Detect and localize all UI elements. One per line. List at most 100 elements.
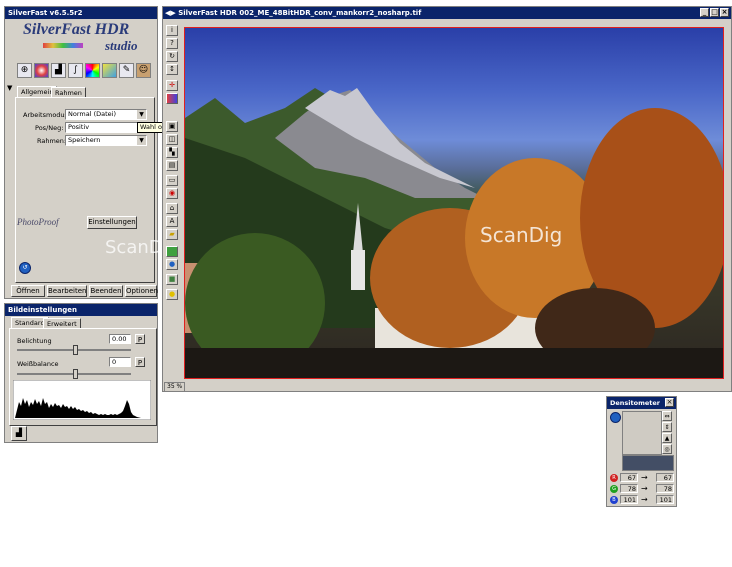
densitometer-blue-icon[interactable]	[610, 412, 621, 423]
scan-preview-image[interactable]: ScanDig	[184, 27, 724, 379]
belichtung-input[interactable]: 0.00	[109, 334, 131, 344]
weissbalance-slider-thumb[interactable]	[73, 369, 78, 379]
green-before-value: 78	[620, 484, 638, 493]
quit-button[interactable]: Beenden	[89, 285, 123, 297]
red-channel-icon: R	[610, 474, 618, 482]
grid-icon[interactable]	[166, 93, 178, 104]
expand-vertical-icon[interactable]: ⇕	[662, 422, 672, 432]
rahmen-label: Rahmen:	[37, 137, 67, 145]
silverfast-main-panel: SilverFast v6.5.5r2 SilverFast HDR studi…	[4, 6, 179, 299]
compare-icon[interactable]: ◫	[166, 134, 178, 145]
histogram	[13, 380, 151, 420]
rahmen-select[interactable]: Speichern ▼	[65, 135, 147, 146]
eye-icon[interactable]: ◉	[166, 188, 178, 199]
arbeitsmodus-label: Arbeitsmodus:	[23, 111, 71, 119]
green-arrow-icon: →	[641, 484, 648, 493]
belichtung-slider-thumb[interactable]	[73, 345, 78, 355]
posneg-label: Pos/Neg:	[35, 124, 64, 132]
triangle-icon[interactable]: ▲	[662, 433, 672, 443]
image-watermark: ScanDig	[480, 223, 563, 247]
maximize-button[interactable]: □	[710, 8, 719, 17]
text-icon[interactable]: A	[166, 216, 178, 227]
arbeitsmodus-value: Normal (Datei)	[68, 110, 116, 118]
main-tool-icons: ⊕ ▟ ∫ ✎ ☺	[17, 63, 157, 81]
histogram-icon[interactable]: ▟	[51, 63, 66, 78]
portrait-icon[interactable]: ☺	[136, 63, 151, 78]
flip-icon[interactable]: ↕	[166, 64, 178, 75]
rotate-icon[interactable]: ↻	[166, 51, 178, 62]
landscape-illustration	[185, 88, 723, 378]
blue-arrow-icon: →	[641, 495, 648, 504]
open-button[interactable]: Öffnen	[11, 285, 45, 297]
zoom-indicator[interactable]: 35 %	[164, 382, 186, 392]
bild-panel-titlebar[interactable]: Bildeinstellungen	[5, 304, 157, 316]
red-after-value: 67	[656, 473, 674, 482]
print-icon[interactable]: ▭	[166, 175, 178, 186]
monitor-icon[interactable]: ■	[166, 274, 178, 285]
bulb-icon[interactable]: ●	[166, 289, 178, 300]
green-after-value: 78	[656, 484, 674, 493]
gradation-curve-icon[interactable]: ∫	[68, 63, 83, 78]
image-toolbar: i ? ↻ ↕ ✛ ▣ ◫ ▚ ▤ ▭ ◉ ⌂ A ▰ ● ■ ●	[166, 25, 180, 325]
minimize-button[interactable]: _	[700, 8, 709, 17]
dropdown-arrow-icon[interactable]: ▼	[137, 136, 146, 145]
densitometer-preview	[622, 411, 662, 455]
edit-button[interactable]: Bearbeiten	[47, 285, 87, 297]
global-color-icon[interactable]	[85, 63, 100, 78]
rahmen-value: Speichern	[68, 136, 101, 144]
blue-before-value: 101	[620, 495, 638, 504]
densitometer-close-button[interactable]: ×	[665, 398, 674, 407]
levels-icon[interactable]: ▤	[166, 160, 178, 171]
posneg-select[interactable]: Positiv	[65, 122, 147, 133]
einstellungen-button[interactable]: Einstellungen	[87, 216, 137, 229]
dust-icon[interactable]: ⌂	[166, 203, 178, 214]
blue-globe-icon[interactable]: ●	[166, 259, 178, 270]
info-icon[interactable]: i	[166, 25, 178, 36]
image-window-titlebar[interactable]: ◀▶ SilverFast HDR 002_ME_48BitHDR_conv_m…	[163, 7, 731, 19]
blue-channel-icon: B	[610, 496, 618, 504]
logo-line1: SilverFast HDR	[23, 21, 130, 38]
back-arrow-icon[interactable]: ◀▶	[165, 9, 176, 17]
densitometer-side-tools: ⇔ ⇕ ▲ ◎	[662, 411, 672, 454]
belichtung-reset-button[interactable]: P	[135, 334, 145, 344]
weissbalance-label: Weißbalance	[17, 360, 59, 368]
settings-blue-icon[interactable]: ↺	[19, 262, 31, 274]
red-before-value: 67	[620, 473, 638, 482]
image-window-title: SilverFast HDR 002_ME_48BitHDR_conv_mank…	[178, 9, 422, 17]
image-window: ◀▶ SilverFast HDR 002_ME_48BitHDR_conv_m…	[162, 6, 732, 392]
frame-icon[interactable]: ▣	[166, 121, 178, 132]
selective-color-icon[interactable]	[102, 63, 117, 78]
densitometer-row-b: B 101 → 101	[610, 495, 676, 505]
densitometer-color-swatch	[622, 455, 674, 471]
blue-after-value: 101	[656, 495, 674, 504]
options-button[interactable]: Optionen	[125, 285, 158, 297]
split-icon[interactable]: ▚	[166, 147, 178, 158]
green-tool-icon[interactable]	[166, 246, 178, 257]
collapse-triangle-icon[interactable]: ▼	[7, 84, 12, 92]
color-wheel-icon[interactable]	[34, 63, 49, 78]
expand-horizontal-icon[interactable]: ⇔	[662, 411, 672, 421]
close-button[interactable]: ×	[720, 8, 729, 17]
belichtung-label: Belichtung	[17, 337, 52, 345]
weissbalance-reset-button[interactable]: P	[135, 357, 145, 367]
crosshair-icon[interactable]: ✛	[166, 80, 178, 91]
dropdown-arrow-icon[interactable]: ▼	[137, 110, 146, 119]
densitometer-row-r: R 67 → 67	[610, 473, 676, 483]
zoom-icon[interactable]: ⊕	[17, 63, 32, 78]
sharpen-icon[interactable]: ✎	[119, 63, 134, 78]
green-channel-icon: G	[610, 485, 618, 493]
densitometer-row-g: G 78 → 78	[610, 484, 676, 494]
loupe-icon[interactable]: ◎	[662, 444, 672, 454]
densitometer-panel: Densitometer × ⇔ ⇕ ▲ ◎ R 67 → 67 G 78 → …	[606, 396, 677, 507]
help-icon[interactable]: ?	[166, 38, 178, 49]
silverfast-logo: SilverFast HDR studio	[23, 21, 153, 61]
folder-icon[interactable]: ▰	[166, 229, 178, 240]
posneg-value: Positiv	[68, 123, 90, 131]
main-panel-titlebar[interactable]: SilverFast v6.5.5r2	[5, 7, 157, 19]
weissbalance-input[interactable]: 0	[109, 357, 131, 367]
arbeitsmodus-select[interactable]: Normal (Datei) ▼	[65, 109, 147, 120]
histogram-toggle-icon[interactable]: ▟	[11, 426, 27, 441]
photoproof-logo: PhotoProof	[17, 217, 59, 227]
logo-color-bar	[43, 43, 83, 48]
logo-line2: studio	[105, 38, 138, 53]
